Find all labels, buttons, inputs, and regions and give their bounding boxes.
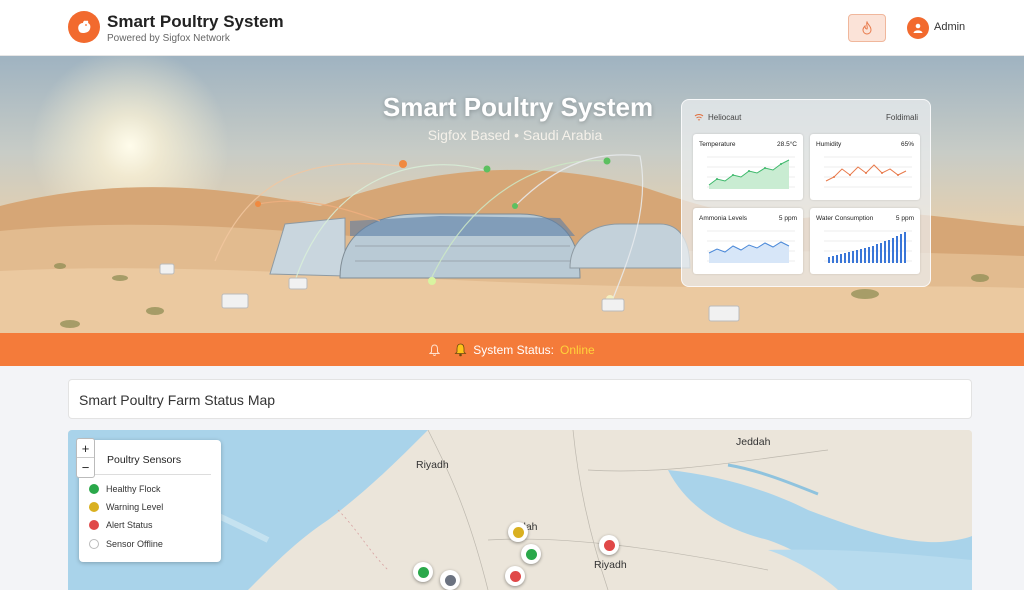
- sensor-marker-warning[interactable]: [508, 522, 528, 542]
- sensor-marker-healthy[interactable]: [413, 562, 433, 582]
- panel-right-label: Foldimali: [885, 113, 918, 122]
- temperature-sparkline: [707, 156, 795, 189]
- water-consumption-card[interactable]: Water Consumption 5 ppm: [810, 208, 920, 274]
- sensor-marker-alert[interactable]: [505, 566, 525, 586]
- zoom-out-button[interactable]: −: [77, 458, 94, 477]
- user-icon: [913, 23, 923, 33]
- status-label: System Status:: [473, 342, 554, 357]
- legend-dot: [89, 520, 99, 530]
- sensor-marker-healthy[interactable]: [521, 544, 541, 564]
- water-consumption-bars: [824, 230, 912, 263]
- legend-label: Alert Status: [106, 520, 153, 530]
- legend-item-healthy: Healthy Flock: [89, 484, 161, 494]
- sensor-marker-offline[interactable]: [440, 570, 460, 590]
- card-value: 65%: [900, 141, 914, 148]
- map-section-title: Smart Poultry Farm Status Map: [79, 392, 276, 408]
- bell-outline-icon: [429, 343, 441, 356]
- sensor-legend: Poultry Sensors Healthy Flock Warning Le…: [79, 440, 221, 562]
- app-subtitle: Powered by Sigfox Network: [107, 33, 230, 44]
- legend-item-alert: Alert Status: [89, 520, 153, 530]
- card-value: 28.5°C: [777, 141, 797, 148]
- card-value: 5 ppm: [778, 215, 797, 222]
- legend-dot: [89, 539, 99, 549]
- system-status-bar: System Status: Online: [0, 333, 1024, 366]
- map-label-riyadh-south: Riyadh: [594, 559, 627, 571]
- user-name: Admin: [934, 21, 966, 33]
- legend-dot: [89, 484, 99, 494]
- bell-icon: [454, 343, 467, 356]
- temperature-card[interactable]: Temperature 28.5°C: [693, 134, 803, 200]
- hero-banner: Smart Poultry System Sigfox Based • Saud…: [0, 56, 1024, 333]
- sensor-dashboard-panel: Heliocaut Foldimali Temperature 28.5°C H…: [681, 99, 931, 287]
- legend-divider: [89, 474, 211, 475]
- legend-label: Warning Level: [106, 502, 164, 512]
- chicken-icon[interactable]: [68, 11, 100, 43]
- zoom-control: + −: [76, 438, 95, 478]
- alert-button[interactable]: [848, 14, 886, 42]
- card-value: 5 ppm: [895, 215, 914, 222]
- user-avatar[interactable]: [907, 17, 929, 39]
- map-label-jeddah: Jeddah: [736, 436, 771, 448]
- map-section-header: Smart Poultry Farm Status Map: [68, 379, 972, 419]
- legend-item-warning: Warning Level: [89, 502, 163, 512]
- legend-label: Sensor Offline: [106, 539, 163, 549]
- legend-dot: [89, 502, 99, 512]
- card-label: Ammonia Levels: [699, 215, 748, 222]
- app-header: Smart Poultry System Powered by Sigfox N…: [0, 0, 1024, 56]
- wifi-icon: [694, 114, 704, 121]
- ammonia-sparkline: [707, 230, 795, 263]
- ammonia-card[interactable]: Ammonia Levels 5 ppm: [693, 208, 803, 274]
- sensor-marker-alert[interactable]: [599, 535, 619, 555]
- card-label: Humidity: [816, 141, 842, 148]
- card-label: Temperature: [699, 141, 736, 148]
- humidity-card[interactable]: Humidity 65%: [810, 134, 920, 200]
- app-title: Smart Poultry System: [107, 12, 284, 31]
- legend-label: Healthy Flock: [106, 484, 161, 494]
- zoom-in-button[interactable]: +: [77, 439, 94, 458]
- map-label-riyadh: Riyadh: [416, 459, 449, 471]
- status-value: Online: [560, 342, 595, 357]
- card-label: Water Consumption: [816, 215, 874, 222]
- legend-item-offline: Sensor Offline: [89, 539, 163, 549]
- panel-left-label: Heliocaut: [708, 113, 742, 122]
- legend-title: Poultry Sensors: [107, 454, 182, 466]
- flame-icon: [862, 21, 872, 35]
- humidity-sparkline: [824, 156, 912, 188]
- panel-header-left: Heliocaut: [694, 113, 741, 122]
- farm-status-map[interactable]: Jeddah Riyadh dah Riyadh Poultry Sensors…: [68, 430, 972, 590]
